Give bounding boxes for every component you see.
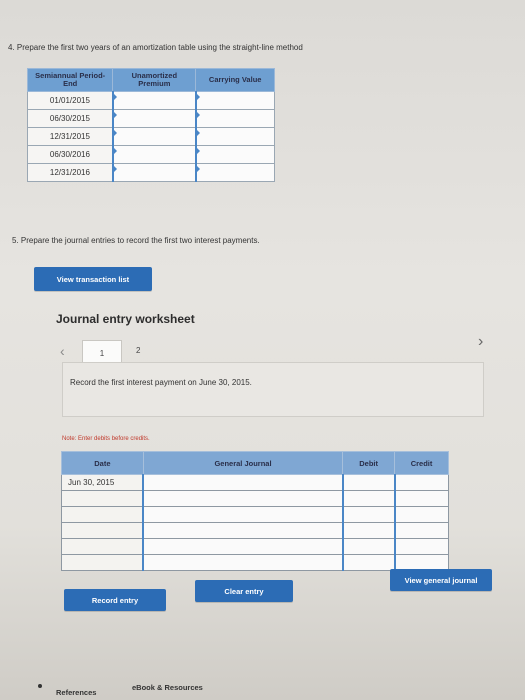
tab-label: 1 <box>99 348 105 358</box>
unamortized-premium-input[interactable] <box>111 109 197 128</box>
record-entry-button[interactable]: Record entry <box>64 589 166 611</box>
credit-input[interactable] <box>393 506 449 523</box>
credit-input[interactable] <box>393 538 449 555</box>
date-cell <box>61 522 144 539</box>
header-period-end: Semiannual Period-End <box>26 68 114 92</box>
debit-input[interactable] <box>341 538 396 555</box>
debit-input[interactable] <box>341 522 396 539</box>
account-input[interactable] <box>142 506 344 523</box>
header-carrying-value: Carrying Value <box>195 68 275 92</box>
debit-input[interactable] <box>341 474 396 491</box>
unamortized-premium-input[interactable] <box>111 163 197 182</box>
period-date: 12/31/2016 <box>26 163 114 182</box>
ebook-resources-link[interactable]: eBook & Resources <box>132 683 203 692</box>
carrying-value-input[interactable] <box>194 145 275 164</box>
date-cell <box>61 554 144 571</box>
chevron-left-icon[interactable]: ‹ <box>60 343 65 359</box>
table-row <box>61 522 449 539</box>
date-cell <box>61 506 144 523</box>
view-general-journal-button[interactable]: View general journal <box>390 569 492 591</box>
tab-2[interactable]: 2 <box>136 346 140 355</box>
carrying-value-input[interactable] <box>194 163 275 182</box>
view-transaction-list-button[interactable]: View transaction list <box>34 267 152 291</box>
period-date: 06/30/2016 <box>26 145 114 164</box>
credit-input[interactable] <box>393 522 449 539</box>
date-cell <box>61 538 144 555</box>
table-row: Jun 30, 2015 <box>61 474 449 491</box>
carrying-value-input[interactable] <box>194 91 275 110</box>
table-row: 06/30/2015 <box>26 109 275 128</box>
note-text: Note: Enter debits before credits. <box>62 436 150 442</box>
table-row: 12/31/2016 <box>26 163 275 182</box>
chevron-right-icon[interactable]: › <box>478 333 483 351</box>
header-general-journal: General Journal <box>142 451 344 475</box>
date-cell <box>61 490 144 507</box>
amortization-table: Semiannual Period-End Unamortized Premiu… <box>26 68 275 182</box>
date-cell: Jun 30, 2015 <box>61 474 144 491</box>
period-date: 12/31/2015 <box>26 127 114 146</box>
unamortized-premium-input[interactable] <box>111 91 197 110</box>
worksheet-title: Journal entry worksheet <box>56 312 195 326</box>
question-4-text: 4. Prepare the first two years of an amo… <box>8 43 303 52</box>
debit-input[interactable] <box>341 506 396 523</box>
references-link[interactable]: References <box>56 688 96 697</box>
account-input[interactable] <box>142 474 344 491</box>
clear-entry-button[interactable]: Clear entry <box>195 580 293 602</box>
table-row <box>61 538 449 555</box>
instruction-box <box>62 362 484 417</box>
unamortized-premium-input[interactable] <box>111 127 197 146</box>
table-row: 12/31/2015 <box>26 127 275 146</box>
account-input[interactable] <box>142 490 344 507</box>
table-row: 06/30/2016 <box>26 145 275 164</box>
period-date: 06/30/2015 <box>26 109 114 128</box>
account-input[interactable] <box>142 554 344 571</box>
debit-input[interactable] <box>341 490 396 507</box>
table-row <box>61 490 449 507</box>
table-row <box>61 506 449 523</box>
credit-input[interactable] <box>393 474 449 491</box>
debit-input[interactable] <box>341 554 396 571</box>
instruction-text: Record the first interest payment on Jun… <box>70 378 252 387</box>
account-input[interactable] <box>142 522 344 539</box>
account-input[interactable] <box>142 538 344 555</box>
carrying-value-input[interactable] <box>194 109 275 128</box>
header-date: Date <box>61 451 144 475</box>
unamortized-premium-input[interactable] <box>111 145 197 164</box>
period-date: 01/01/2015 <box>26 91 114 110</box>
header-unamortized-premium: Unamortized Premium <box>112 68 197 92</box>
header-debit: Debit <box>342 451 396 475</box>
credit-input[interactable] <box>393 490 449 507</box>
header-credit: Credit <box>394 451 449 475</box>
journal-table: Date General Journal Debit Credit Jun 30… <box>61 451 449 571</box>
table-row: 01/01/2015 <box>26 91 275 110</box>
question-5-text: 5. Prepare the journal entries to record… <box>12 236 260 245</box>
bullet-icon <box>38 684 42 688</box>
carrying-value-input[interactable] <box>194 127 275 146</box>
